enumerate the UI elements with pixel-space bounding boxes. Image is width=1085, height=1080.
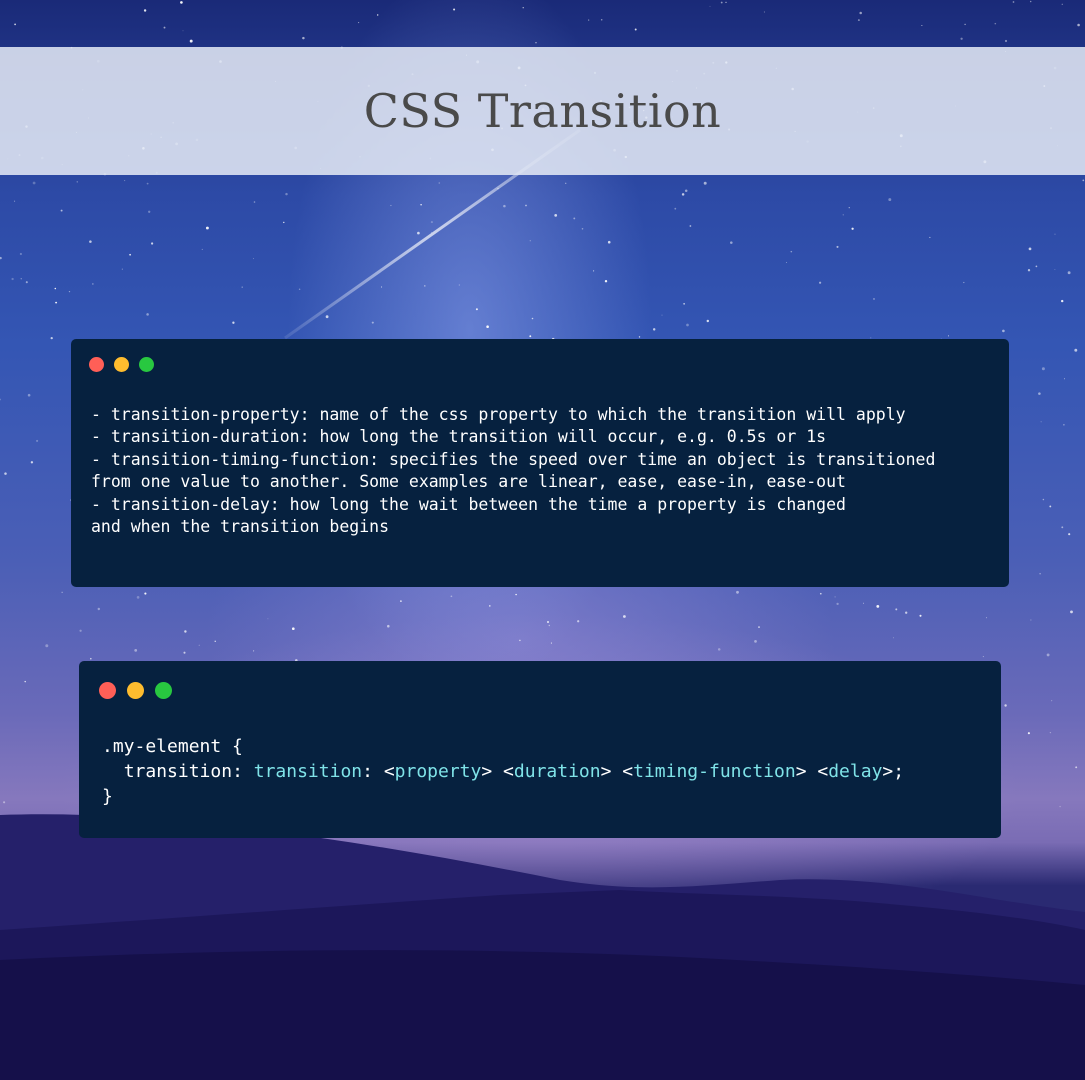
maximize-dot-icon: [155, 682, 172, 699]
description-line: from one value to another. Some examples…: [91, 472, 846, 492]
angle-open: <: [383, 761, 395, 782]
angle-close: >;: [882, 761, 905, 782]
colon: :: [362, 761, 384, 782]
description-line: - transition-delay: how long the wait be…: [91, 494, 846, 514]
minimize-dot-icon: [114, 357, 129, 372]
angle-close: >: [600, 761, 623, 782]
token-timing-function: timing-function: [633, 761, 796, 782]
colon: :: [232, 761, 254, 782]
angle-open: <: [503, 761, 514, 782]
page-title: CSS Transition: [363, 84, 722, 138]
description-line: - transition-timing-function: specifies …: [91, 449, 936, 469]
code-line-selector: .my-element {: [102, 736, 243, 757]
description-line: - transition-property: name of the css p…: [91, 405, 906, 424]
description-line: - transition-duration: how long the tran…: [91, 427, 827, 447]
token-property: property: [394, 761, 482, 782]
angle-close: >: [795, 761, 818, 782]
property-name: transition: [123, 761, 233, 782]
window-controls: [89, 357, 154, 372]
value-keyword: transition: [253, 761, 363, 782]
code-line-declaration: transition: transition: <property> <dura…: [102, 759, 904, 784]
angle-close: >: [481, 761, 504, 782]
token-duration: duration: [513, 761, 601, 782]
description-line: and when the transition begins: [91, 517, 390, 537]
window-controls: [99, 682, 172, 699]
close-dot-icon: [99, 682, 116, 699]
description-text: - transition-property: name of the css p…: [91, 404, 1001, 538]
close-dot-icon: [89, 357, 104, 372]
angle-open: <: [817, 761, 829, 782]
minimize-dot-icon: [127, 682, 144, 699]
angle-open: <: [622, 761, 634, 782]
code-line-closing: }: [102, 786, 113, 807]
token-delay: delay: [828, 761, 883, 782]
title-banner: CSS Transition: [0, 47, 1085, 175]
maximize-dot-icon: [139, 357, 154, 372]
code-snippet: .my-element { transition: transition: <p…: [102, 734, 904, 809]
